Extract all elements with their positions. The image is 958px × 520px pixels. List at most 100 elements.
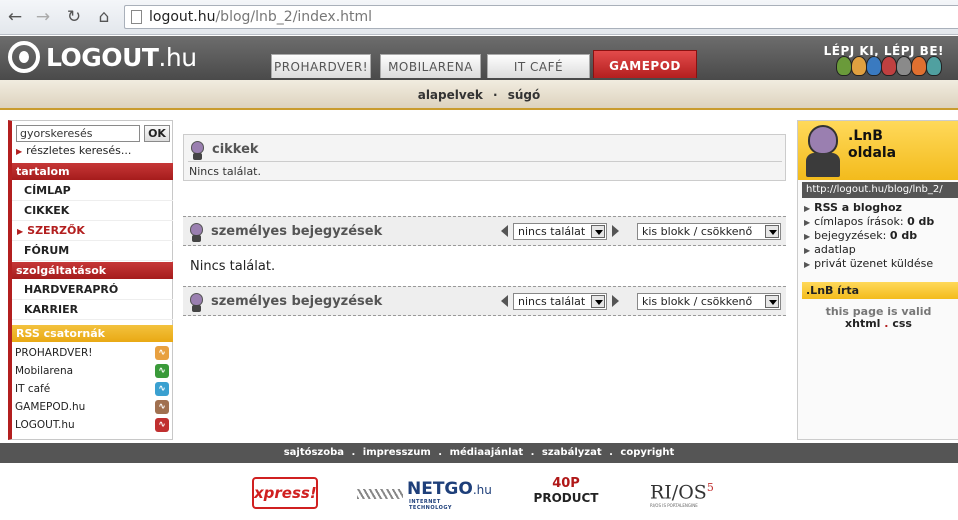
address-bar[interactable]: logout.hu/blog/lnb_2/index.html [124, 5, 958, 29]
entries-empty: Nincs találat. [190, 259, 276, 274]
arrow-right-icon: ▶ [17, 227, 24, 236]
rss-icon: ∿ [155, 418, 169, 432]
entries-title: személyes bejegyzések [211, 224, 383, 239]
page-select[interactable]: nincs találat [513, 223, 607, 240]
subnav-separator: · [493, 88, 498, 102]
entries-header-top: személyes bejegyzések nincs találat kis … [183, 216, 786, 246]
articles-title: cikkek [212, 142, 259, 157]
rios-logo[interactable]: RI/OS5 RI/OS IS PORTALENGINE [650, 477, 714, 509]
frontpage-writings-link[interactable]: ▶ címlapos írások: 0 db [804, 215, 934, 228]
rss-blog-link[interactable]: ▶ RSS a bloghoz [804, 201, 902, 214]
tab-prohardver[interactable]: PROHARDVER! [271, 54, 371, 78]
sub-navigation: alapelvek · súgó [0, 80, 958, 110]
prev-page-icon[interactable] [501, 295, 508, 307]
rss-item-prohardver[interactable]: PROHARDVER! ∿ [15, 344, 169, 362]
rss-icon: ∿ [155, 364, 169, 378]
advanced-search-link[interactable]: ▶ részletes keresés... [16, 144, 131, 157]
entries-header-bottom: személyes bejegyzések nincs találat kis … [183, 286, 786, 316]
tab-itcafe[interactable]: IT CAFÉ [487, 54, 590, 78]
view-order-select-bottom[interactable]: kis blokk / csökkenő [637, 293, 781, 310]
arrow-right-icon: ▶ [804, 218, 811, 227]
sponsor-bar: xpress! NETGO.hu INTERNET TECHNOLOGY 40P… [0, 463, 958, 520]
netgo-logo[interactable]: NETGO.hu INTERNET TECHNOLOGY [357, 477, 492, 511]
blog-url[interactable]: http://logout.hu/blog/lnb_2/ [802, 182, 958, 198]
xpress-logo[interactable]: xpress! [252, 477, 318, 509]
alien-avatar-icon [804, 125, 842, 177]
section-content-heading: tartalom [12, 163, 173, 180]
logo-mark-icon [8, 41, 40, 73]
alien-avatar-icon [189, 141, 206, 160]
back-arrow-icon[interactable]: ← [5, 7, 25, 27]
sidebar-item-forum[interactable]: FÓRUM [12, 241, 173, 261]
next-page-icon[interactable] [612, 225, 619, 237]
alien-avatar-icon [188, 223, 205, 242]
quick-search-input[interactable]: gyorskeresés [16, 125, 140, 142]
reload-icon[interactable]: ↻ [64, 7, 84, 27]
arrow-right-icon: ▶ [804, 260, 811, 269]
url-host: logout.hu [149, 9, 216, 25]
prev-page-icon[interactable] [501, 225, 508, 237]
view-order-select[interactable]: kis blokk / csökkenő [637, 223, 781, 240]
40p-product-logo[interactable]: 40P PRODUCT [528, 477, 604, 509]
entries-title-bottom: személyes bejegyzések [211, 294, 383, 309]
wrote-heading: .LnB írta [802, 282, 958, 299]
footer-copyright[interactable]: copyright [620, 447, 674, 458]
right-sidebar: .LnB oldala http://logout.hu/blog/lnb_2/ … [797, 120, 958, 440]
dropdown-arrow-icon [591, 225, 605, 238]
page-select-bottom[interactable]: nincs találat [513, 293, 607, 310]
sidebar-item-cimlap[interactable]: CÍMLAP [12, 181, 173, 201]
validation-note: this page is valid xhtml . css [825, 305, 932, 330]
footer-impresszum[interactable]: impresszum [363, 447, 431, 458]
forward-arrow-icon[interactable]: → [33, 7, 53, 27]
sidebar-item-karrier[interactable]: KARRIER [12, 300, 173, 320]
articles-box: cikkek Nincs találat. [183, 134, 786, 181]
sidebar-item-hardverapro[interactable]: HARDVERAPRÓ [12, 280, 173, 300]
left-sidebar: gyorskeresés OK ▶ részletes keresés... ta… [8, 120, 173, 440]
xhtml-link[interactable]: xhtml [845, 317, 880, 330]
footer-links: sajtószoba . impresszum . médiaajánlat .… [0, 443, 958, 463]
arrow-right-icon: ▶ [804, 204, 811, 213]
tab-mobilarena[interactable]: MOBILARENA [380, 54, 481, 78]
url-path: /blog/lnb_2/index.html [215, 9, 373, 25]
site-logo[interactable]: LOGOUT.hu [8, 40, 197, 76]
entries-link[interactable]: ▶ bejegyzések: 0 db [804, 229, 917, 242]
dropdown-arrow-icon [591, 295, 605, 308]
rss-icon: ∿ [155, 382, 169, 396]
css-link[interactable]: css [892, 317, 912, 330]
sidebar-item-cikkek[interactable]: CIKKEK [12, 201, 173, 221]
rss-item-logout[interactable]: LOGOUT.hu ∿ [15, 416, 169, 434]
footer-mediaajanlat[interactable]: médiaajánlat [450, 447, 524, 458]
rss-item-mobilarena[interactable]: Mobilarena ∿ [15, 362, 169, 380]
footer-szabalyzat[interactable]: szabályzat [542, 447, 602, 458]
rss-icon: ∿ [155, 346, 169, 360]
url-text: logout.hu/blog/lnb_2/index.html [149, 9, 372, 25]
rss-item-itcafe[interactable]: IT café ∿ [15, 380, 169, 398]
tab-gamepod[interactable]: GAMEPOD [593, 50, 697, 78]
private-message-link[interactable]: ▶ privát üzenet küldése [804, 257, 933, 270]
rss-item-gamepod[interactable]: GAMEPOD.hu ∿ [15, 398, 169, 416]
arrow-right-icon: ▶ [16, 147, 23, 156]
browser-toolbar: ← → ↻ ⌂ logout.hu/blog/lnb_2/index.html [0, 0, 958, 35]
articles-empty: Nincs találat. [189, 165, 261, 178]
site-header: LOGOUT.hu PROHARDVER! MOBILARENA IT CAFÉ… [0, 36, 958, 80]
arrow-right-icon: ▶ [804, 232, 811, 241]
logo-text: LOGOUT.hu [46, 43, 197, 72]
alien-avatar-icon [188, 293, 205, 312]
profile-data-link[interactable]: ▶ adatlap [804, 243, 856, 256]
footer-sajtoszoba[interactable]: sajtószoba [284, 447, 344, 458]
dropdown-arrow-icon [765, 295, 779, 308]
mascot-heads-icon [836, 56, 948, 78]
arrow-right-icon: ▶ [804, 246, 811, 255]
search-ok-button[interactable]: OK [144, 125, 170, 142]
profile-header: .LnB oldala [798, 121, 958, 180]
subnav-alapelvek[interactable]: alapelvek [418, 88, 483, 102]
profile-name: .LnB oldala [848, 128, 897, 161]
section-services-heading: szolgáltatások [12, 262, 173, 279]
rss-icon: ∿ [155, 400, 169, 414]
subnav-sugo[interactable]: súgó [508, 88, 541, 102]
section-rss-heading: RSS csatornák [12, 325, 173, 342]
sidebar-item-szerzok[interactable]: ▶ SZERZŐK [12, 221, 173, 241]
page-icon [131, 10, 142, 24]
home-icon[interactable]: ⌂ [94, 7, 114, 27]
next-page-icon[interactable] [612, 295, 619, 307]
